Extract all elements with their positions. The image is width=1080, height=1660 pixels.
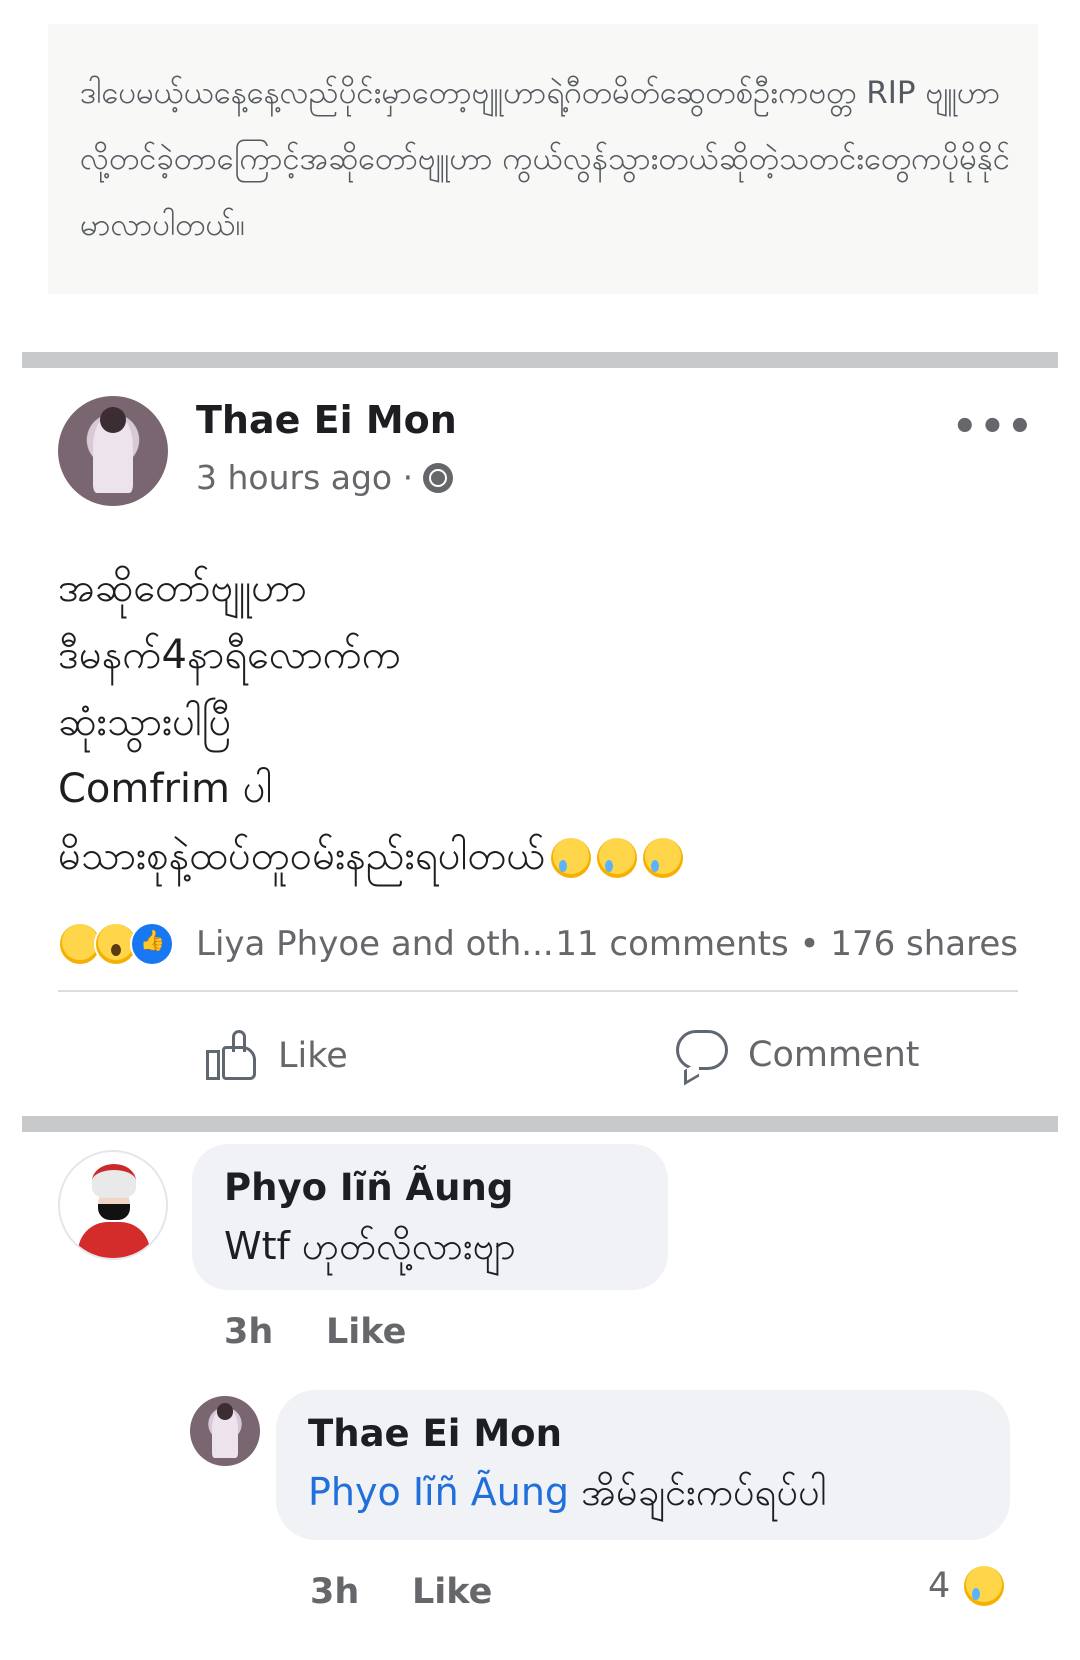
comment-time[interactable]: 3h — [224, 1312, 273, 1352]
like-label: Like — [278, 1036, 348, 1076]
post-meta: 3 hours ago · — [196, 458, 454, 497]
like-button[interactable]: Like — [206, 1030, 348, 1082]
post-line: Comfrim ပါ — [58, 766, 273, 812]
caption-text: ဒါပေမယ့်ယနေ့နေ့လည်ပိုင်းမှာတော့ဗျူဟာရဲ့ဂ… — [80, 75, 1011, 243]
section-divider — [22, 1116, 1058, 1132]
reply-like-button[interactable]: Like — [412, 1572, 492, 1612]
reply-text-line: Phyo Iĩñ Ãung အိမ်ချင်းကပ်ရပ်ပါ — [308, 1468, 826, 1524]
comment-bubble: Phyo Iĩñ Ãung Wtf ဟုတ်လို့လားဗျာ — [192, 1144, 668, 1290]
reply-text: အိမ်ချင်းကပ်ရပ်ပါ — [581, 1470, 827, 1514]
news-caption: ဒါပေမယ့်ယနေ့နေ့လည်ပိုင်းမှာတော့ဗျူဟာရဲ့ဂ… — [48, 24, 1038, 294]
comment-text: Wtf ဟုတ်လို့လားဗျာ — [224, 1224, 516, 1268]
post-line: အဆိုတော်ဗျူဟာ — [58, 565, 307, 611]
reaction-icons — [58, 922, 174, 966]
crying-emoji-icon — [643, 838, 684, 878]
reactions-summary[interactable]: Liya Phyoe and oth... 11 comments • 176 … — [58, 920, 1018, 968]
crying-emoji-icon — [597, 838, 638, 878]
post-line-last: မိသားစုနဲ့ထပ်တူဝမ်းနည်းရပါတယ် — [58, 823, 1018, 890]
comment-like-button[interactable]: Like — [326, 1312, 406, 1352]
post-author-name[interactable]: Thae Ei Mon — [196, 398, 457, 442]
globe-icon — [423, 462, 454, 493]
reactors-text[interactable]: Liya Phyoe and oth... — [196, 924, 554, 964]
comments-shares-count[interactable]: 11 comments • 176 shares — [555, 924, 1018, 964]
crying-emoji-icon — [551, 838, 592, 878]
reply-bubble: Thae Ei Mon Phyo Iĩñ Ãung အိမ်ချင်းကပ်ရပ… — [276, 1390, 1010, 1540]
like-reaction-icon — [130, 922, 174, 966]
comment-author[interactable]: Phyo Iĩñ Ãung — [224, 1166, 513, 1209]
reply-author-avatar[interactable] — [190, 1396, 260, 1466]
reply-reaction-count[interactable]: 4 — [928, 1566, 1005, 1606]
post-body: အဆိုတော်ဗျူဟာ ဒီမနက်4နာရီလောက်က ဆုံးသွား… — [58, 555, 1018, 890]
comment-bubble-icon — [676, 1030, 730, 1086]
comment-label: Comment — [748, 1035, 920, 1075]
post-line-text: မိသားစုနဲ့ထပ်တူဝမ်းနည်းရပါတယ် — [58, 833, 546, 879]
reply-time[interactable]: 3h — [310, 1572, 359, 1612]
actions-divider — [58, 990, 1018, 992]
reaction-count-value: 4 — [928, 1566, 951, 1606]
post-time[interactable]: 3 hours ago · — [196, 458, 413, 497]
post-line: ဆုံးသွားပါပြီ — [58, 699, 232, 745]
post-author-avatar[interactable] — [58, 396, 168, 506]
sad-reaction-icon — [964, 1566, 1005, 1606]
more-options-button[interactable]: ••• — [952, 404, 1035, 450]
comment-button[interactable]: Comment — [676, 1030, 920, 1086]
thumbs-up-icon — [206, 1030, 260, 1082]
commenter-avatar[interactable] — [58, 1150, 168, 1260]
section-divider — [22, 352, 1058, 368]
reply-mention-link[interactable]: Phyo Iĩñ Ãung — [308, 1470, 569, 1514]
post-line: ဒီမနက်4နာရီလောက်က — [58, 632, 402, 678]
reply-author[interactable]: Thae Ei Mon — [308, 1412, 562, 1455]
